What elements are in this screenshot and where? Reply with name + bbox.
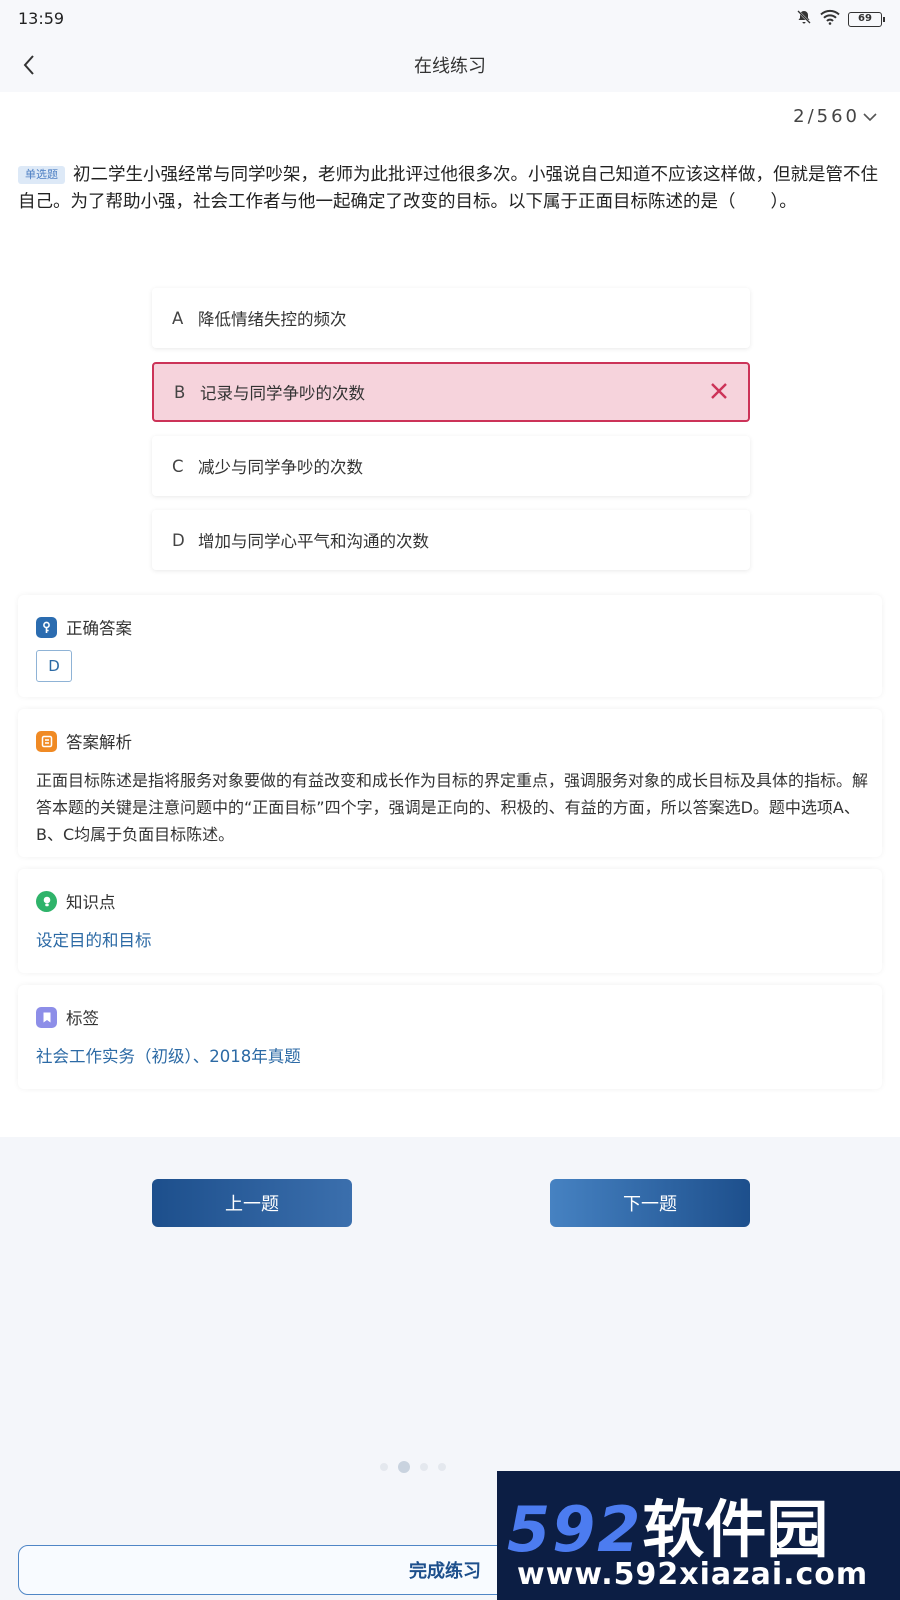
option-text: 减少与同学争吵的次数 — [198, 458, 363, 477]
key-icon — [36, 616, 57, 638]
option-text: 增加与同学心平气和沟通的次数 — [198, 532, 429, 551]
option-a[interactable]: A 降低情绪失控的频次 — [152, 288, 750, 348]
knowledge-link[interactable]: 设定目的和目标 — [36, 927, 152, 951]
knowledge-card: 知识点 设定目的和目标 — [18, 869, 882, 973]
watermark-logo: 592软件园 — [507, 1493, 829, 1566]
card-header: 标签 — [36, 1005, 99, 1029]
progress-text: 2/560 — [793, 106, 860, 127]
option-letter: D — [172, 530, 185, 550]
tags-link[interactable]: 社会工作实务（初级）、2018年真题 — [36, 1043, 301, 1067]
analysis-card: 答案解析 正面目标陈述是指将服务对象要做的有益改变和成长作为目标的界定重点，强调… — [18, 709, 882, 857]
card-header: 正确答案 — [36, 615, 132, 639]
lightbulb-icon — [36, 890, 57, 912]
option-list: A 降低情绪失控的频次 B 记录与同学争吵的次数 C 减少与同学争吵的次数 D … — [152, 288, 750, 584]
page-dot — [420, 1463, 428, 1471]
bookmark-icon — [36, 1006, 57, 1028]
card-header: 知识点 — [36, 889, 116, 913]
option-d[interactable]: D 增加与同学心平气和沟通的次数 — [152, 510, 750, 570]
analysis-text: 正面目标陈述是指将服务对象要做的有益改变和成长作为目标的界定重点，强调服务对象的… — [36, 771, 869, 844]
status-bar: 13:59 69 — [0, 0, 900, 36]
document-icon — [36, 730, 57, 752]
card-title: 答案解析 — [66, 733, 132, 752]
page-dot-active — [398, 1461, 410, 1473]
option-letter: C — [172, 456, 184, 476]
chevron-down-icon — [863, 112, 877, 121]
prev-question-button[interactable]: 上一题 — [152, 1179, 352, 1227]
question-stem: 单选题 初二学生小强经常与同学吵架，老师为此批评过他很多次。小强说自己知道不应该这… — [18, 162, 880, 216]
option-c[interactable]: C 减少与同学争吵的次数 — [152, 436, 750, 496]
wrong-x-icon — [708, 380, 730, 406]
question-type-badge: 单选题 — [18, 166, 65, 184]
option-text: 降低情绪失控的频次 — [198, 310, 347, 329]
finish-label: 完成练习 — [409, 1561, 481, 1582]
wifi-icon — [820, 9, 840, 29]
question-panel: 2/560 单选题 初二学生小强经常与同学吵架，老师为此批评过他很多次。小强说自己… — [0, 92, 900, 1137]
card-header: 答案解析 — [36, 729, 132, 753]
page-dot — [438, 1463, 446, 1471]
option-letter: A — [172, 308, 184, 328]
status-icons: 69 — [796, 9, 885, 29]
nav-bar: 在线练习 — [0, 36, 900, 92]
page-title: 在线练习 — [414, 56, 486, 77]
card-title: 知识点 — [66, 893, 116, 912]
progress-selector[interactable]: 2/560 — [793, 106, 878, 127]
correct-answer-value: D — [36, 650, 72, 682]
option-letter: B — [174, 382, 186, 402]
page-dot — [380, 1463, 388, 1471]
option-text: 记录与同学争吵的次数 — [200, 384, 365, 403]
site-watermark: 592软件园 www.592xiazai.com — [497, 1471, 900, 1600]
option-b[interactable]: B 记录与同学争吵的次数 — [152, 362, 750, 422]
battery-icon: 69 — [848, 11, 885, 27]
next-question-button[interactable]: 下一题 — [550, 1179, 750, 1227]
mute-bell-icon — [796, 9, 812, 29]
card-title: 正确答案 — [66, 619, 132, 638]
status-time: 13:59 — [18, 9, 65, 28]
card-title: 标签 — [66, 1009, 99, 1028]
correct-answer-card: 正确答案 D — [18, 595, 882, 697]
watermark-url: www.592xiazai.com — [517, 1557, 869, 1592]
page-indicator — [380, 1461, 446, 1473]
tags-card: 标签 社会工作实务（初级）、2018年真题 — [18, 985, 882, 1089]
question-text: 初二学生小强经常与同学吵架，老师为此批评过他很多次。小强说自己知道不应该这样做，… — [18, 165, 878, 212]
